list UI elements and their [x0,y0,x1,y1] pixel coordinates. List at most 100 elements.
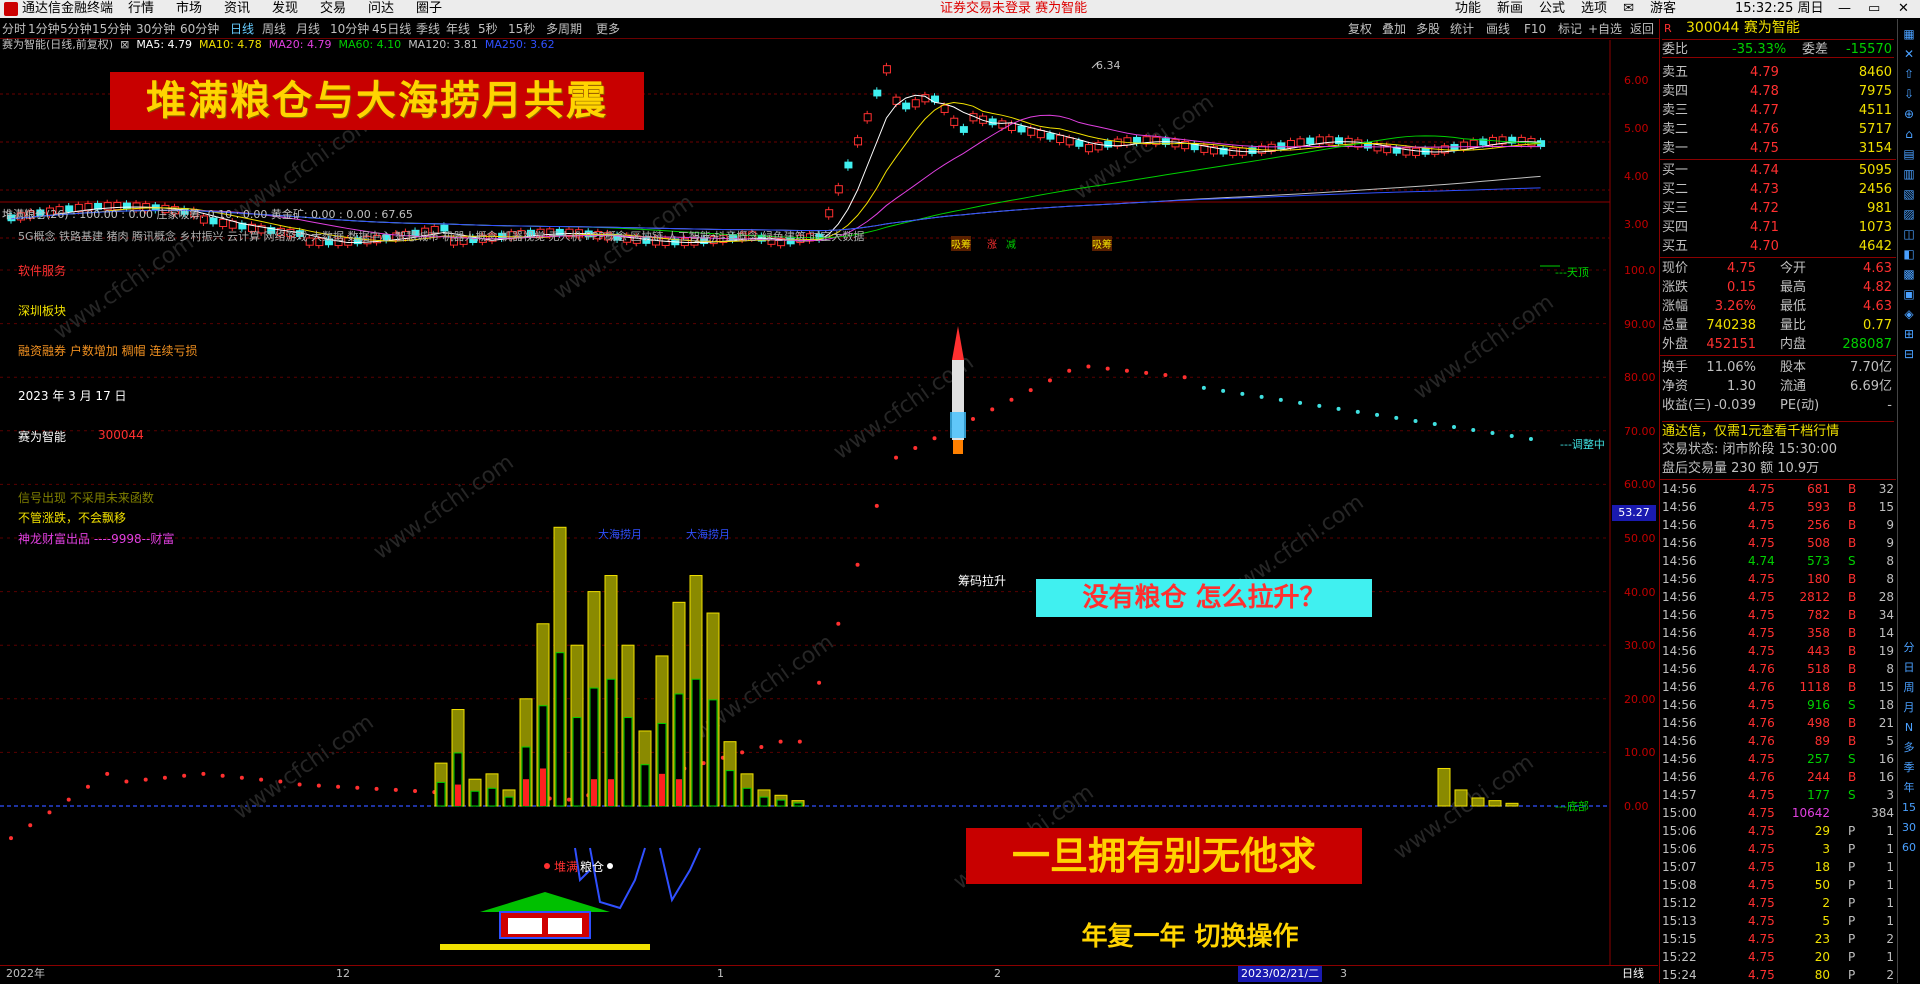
buy-row[interactable]: 买三 4.72 981 [1662,199,1894,218]
minimize-icon[interactable]: — [1838,0,1851,18]
stats-divider [1660,257,1896,258]
tick-price: 4.75 [1748,572,1775,586]
side-tool-icon-10[interactable]: ◫ [1900,225,1918,243]
cangliang-inner-bar [436,781,446,807]
menu-item-jiaoyi[interactable]: 交易 [320,0,368,18]
side-period-1[interactable]: 日 [1900,659,1918,677]
stat-label-a: 收益(三) [1662,398,1712,413]
tick-list[interactable]: 14:56 4.75 681 B 32 14:56 4.75 593 B 15 14:56 4.75 2… [1660,479,1896,983]
buy-row[interactable]: 买四 4.71 1073 [1662,218,1894,237]
side-period-10[interactable]: 60 [1900,839,1918,857]
side-tool-icon-7[interactable]: ▥ [1900,165,1918,183]
login-notice[interactable]: 证券交易未登录 赛为智能 [940,0,1087,18]
menu-item-hangqing[interactable]: 行情 [128,0,176,18]
ma-legend: 赛为智能(日线,前复权) ⊠ MA5: 4.79 MA10: 4.78 MA20… [2,36,555,52]
period-indicator[interactable]: 日线 [1622,966,1644,982]
buy-row[interactable]: 买一 4.74 5095 [1662,161,1894,180]
link-xuanxiang[interactable]: 选项 [1581,0,1607,18]
trend-dot [759,745,764,750]
tool-button-2[interactable]: 多股 [1416,19,1440,39]
tick-row: 15:06 4.75 29 P 1 [1662,822,1896,840]
side-tool-icon-4[interactable]: ⊕ [1900,105,1918,123]
trend-dot [990,407,995,412]
tool-button-3[interactable]: 统计 [1450,19,1474,39]
tool-button-0[interactable]: 复权 [1348,19,1372,39]
buy-volume: 4642 [1858,239,1892,254]
side-tool-icon-16[interactable]: ⊟ [1900,345,1918,363]
side-tool-icon-9[interactable]: ▨ [1900,205,1918,223]
side-period-7[interactable]: 年 [1900,779,1918,797]
link-gongneng[interactable]: 功能 [1455,0,1481,18]
dahai-curve-2 [659,847,701,903]
link-xinhua[interactable]: 新画 [1497,0,1523,18]
candle [1412,147,1421,156]
sell-row[interactable]: 卖一 4.75 3154 [1662,139,1894,158]
side-period-2[interactable]: 周 [1900,679,1918,697]
side-tool-icon-8[interactable]: ▧ [1900,185,1918,203]
side-tool-icon-11[interactable]: ◧ [1900,245,1918,263]
trend-dot [336,784,341,789]
side-period-3[interactable]: 月 [1900,699,1918,717]
trend-dot [894,455,899,460]
menu-item-wenda[interactable]: 问达 [368,0,416,18]
close-icon[interactable]: ✕ [1898,0,1909,18]
link-gongshi[interactable]: 公式 [1539,0,1565,18]
tick-volume: 443 [1807,644,1830,658]
user-label[interactable]: 游客 [1650,0,1676,18]
side-tool-icon-0[interactable]: ▦ [1900,25,1918,43]
side-tool-icon-14[interactable]: ◈ [1900,305,1918,323]
side-tool-icon-15[interactable]: ⊞ [1900,325,1918,343]
side-tool-icon-5[interactable]: ⌂ [1900,125,1918,143]
stat-label-b: 今开 [1780,261,1807,276]
sell-row[interactable]: 卖三 4.77 4511 [1662,101,1894,120]
chart-area[interactable]: www.cfchi.com www.cfchi.com www.cfchi.com w… [0,38,1658,965]
buy-volume: 1073 [1858,220,1892,235]
tool-button-1[interactable]: 叠加 [1382,19,1406,39]
menu-item-shichang[interactable]: 市场 [176,0,224,18]
sell-row[interactable]: 卖四 4.78 7975 [1662,82,1894,101]
tick-count: 384 [1871,806,1894,820]
side-period-5[interactable]: 多 [1900,739,1918,757]
stat-value-a: 1.30 [1727,379,1756,394]
side-tool-icon-12[interactable]: ▩ [1900,265,1918,283]
sell-row[interactable]: 卖二 4.76 5717 [1662,120,1894,139]
menu-item-quanzi[interactable]: 圈子 [416,0,464,18]
sector-label-2: 深圳板块 [18,304,67,318]
buy-row[interactable]: 买二 4.73 2456 [1662,180,1894,199]
candle [1017,125,1026,133]
side-tool-icon-1[interactable]: ✕ [1900,45,1918,63]
red-inner-bar [608,779,614,806]
tick-time: 15:06 [1662,824,1697,838]
tool-button-7[interactable]: +自选 [1588,19,1622,39]
tick-volume: 18 [1814,860,1830,874]
tick-count: 16 [1878,752,1894,766]
period-tab-16[interactable]: 更多 [596,19,620,39]
side-tool-icon-2[interactable]: ⇧ [1900,65,1918,83]
tool-button-6[interactable]: 标记 [1558,19,1582,39]
side-tool-icon-13[interactable]: ▣ [1900,285,1918,303]
menu-item-zixun[interactable]: 资讯 [224,0,272,18]
side-period-4[interactable]: N [1900,719,1918,737]
maximize-icon[interactable]: ▭ [1868,0,1880,18]
side-period-6[interactable]: 季 [1900,759,1918,777]
price-tick-3: 3.00 [1624,218,1649,231]
tick-side: S [1848,788,1856,802]
candle [1277,142,1286,150]
promo-row[interactable]: 通达信，仅需1元查看千档行情 [1662,421,1894,440]
tool-button-8[interactable]: 返回 [1630,19,1654,39]
sell-row[interactable]: 卖五 4.79 8460 [1662,63,1894,82]
tool-button-5[interactable]: F10 [1524,19,1546,39]
ma60-label: MA60: 4.10 [338,38,402,51]
buy-row[interactable]: 买五 4.70 4642 [1662,237,1894,256]
side-tool-icon-6[interactable]: ▤ [1900,145,1918,163]
side-period-0[interactable]: 分 [1900,639,1918,657]
side-period-8[interactable]: 15 [1900,799,1918,817]
side-tool-icon-3[interactable]: ⇩ [1900,85,1918,103]
side-period-9[interactable]: 30 [1900,819,1918,837]
tool-button-4[interactable]: 画线 [1486,19,1510,39]
menu-item-faxian[interactable]: 发现 [272,0,320,18]
stat-label-a: 换手 [1662,360,1689,375]
tick-side: B [1848,572,1857,586]
kline-indicator-chart[interactable]: www.cfchi.com www.cfchi.com www.cfchi.com w… [0,40,1658,965]
mail-icon[interactable]: ✉ [1623,0,1634,18]
